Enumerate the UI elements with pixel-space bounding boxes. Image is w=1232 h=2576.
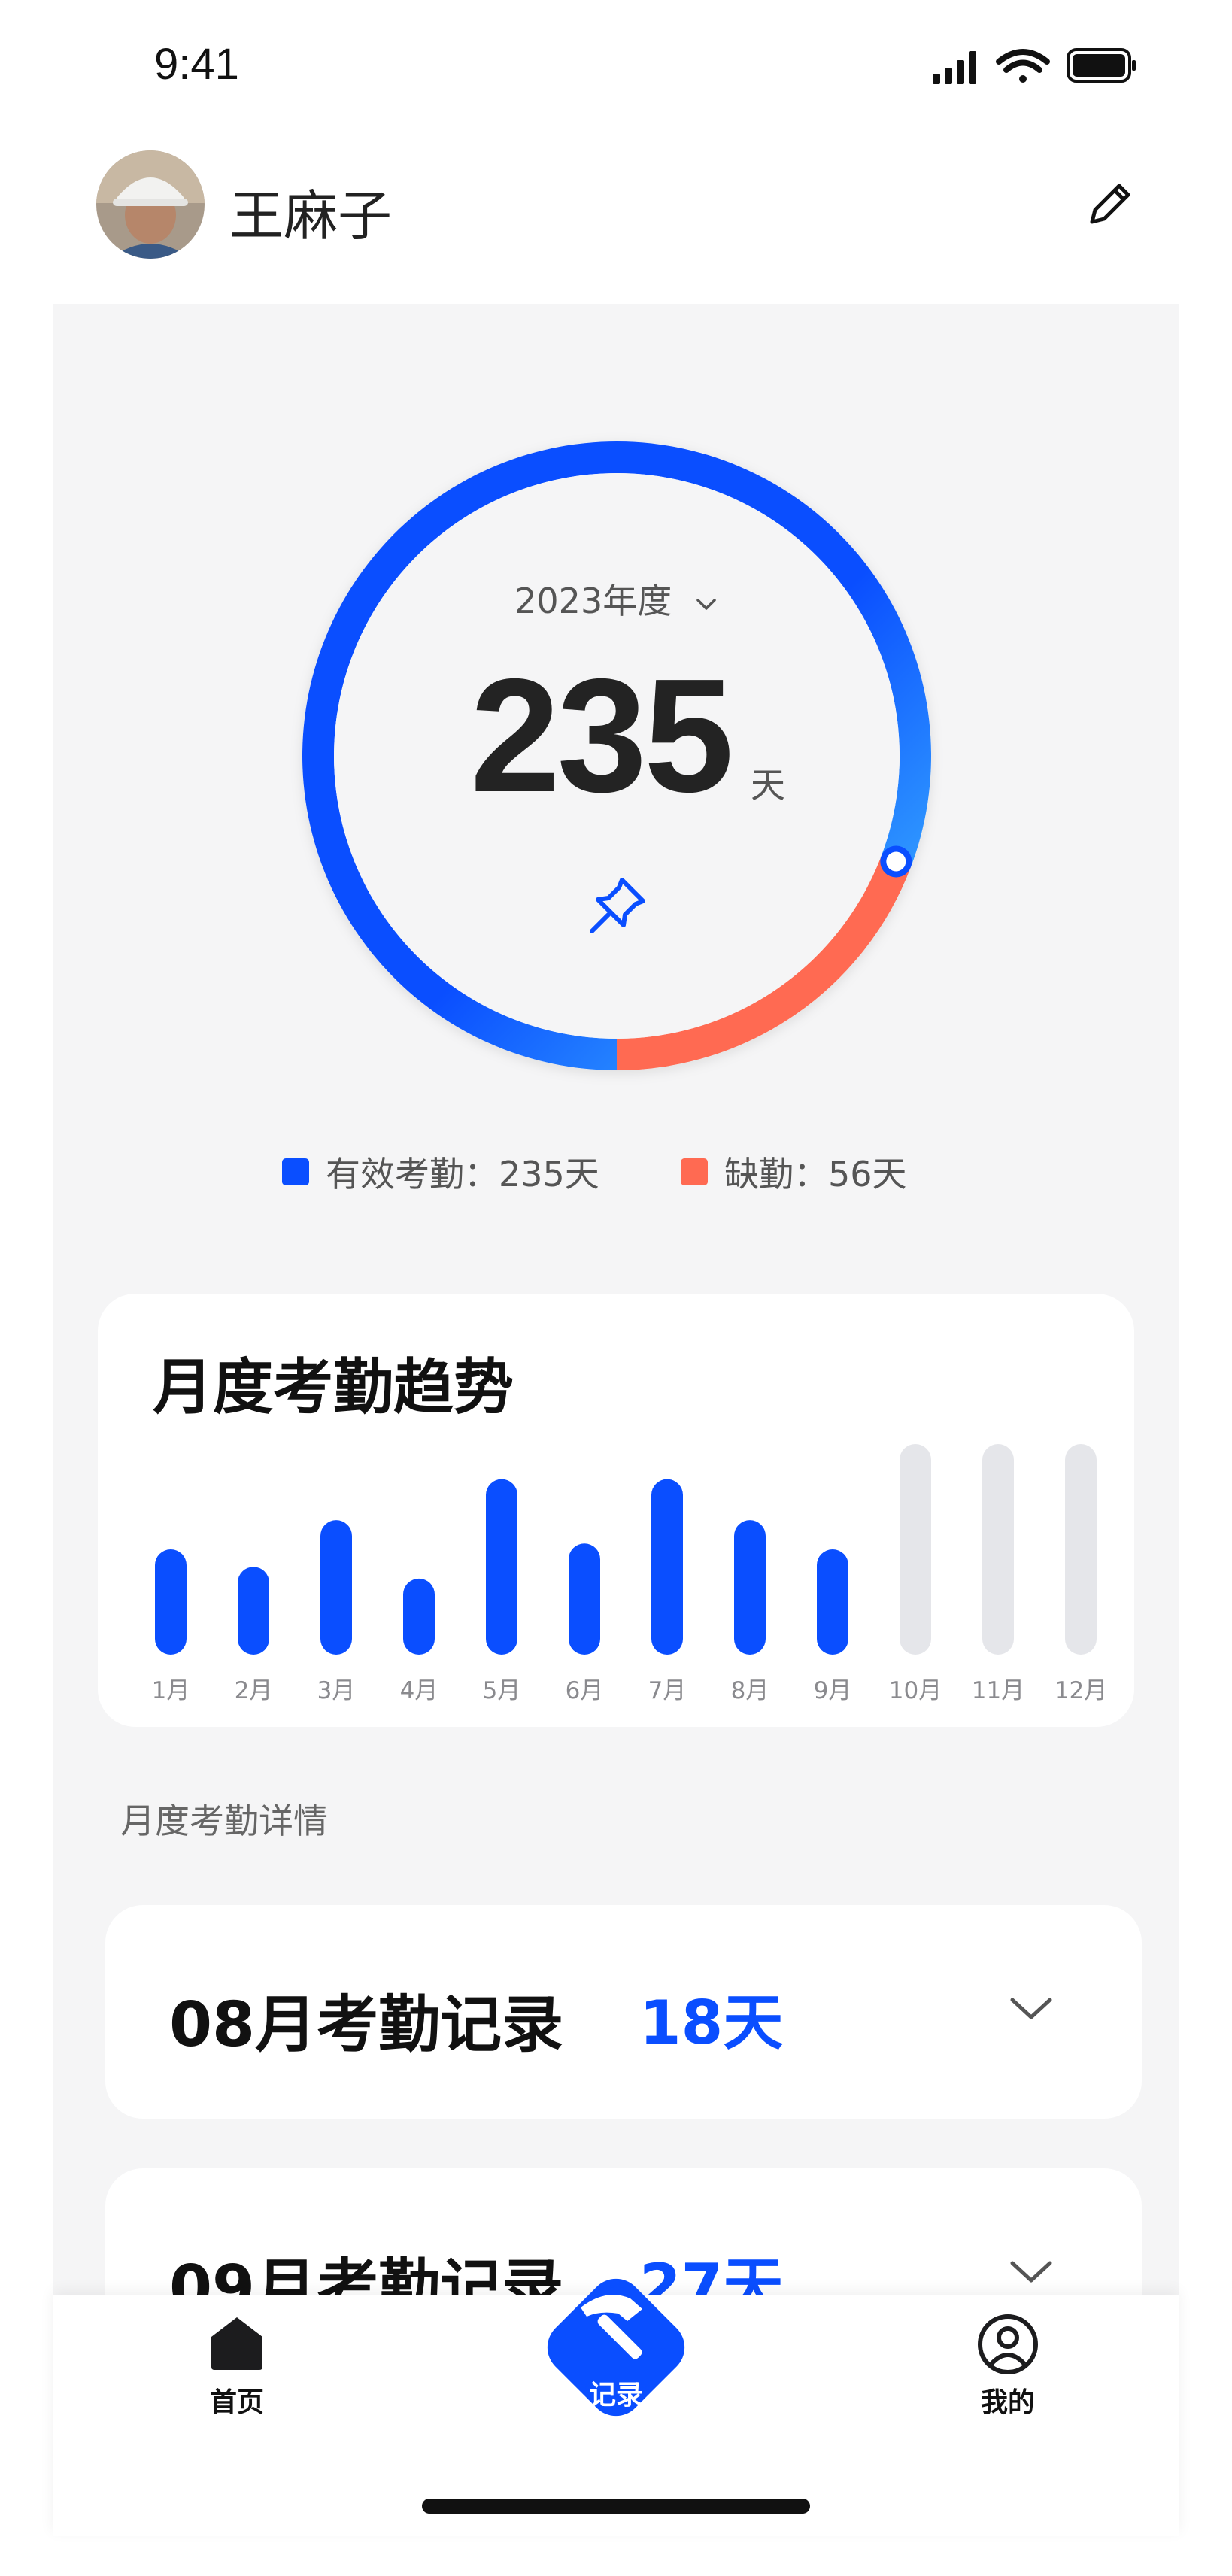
home-icon bbox=[211, 2317, 262, 2370]
month-tick-label: 9月 bbox=[814, 1677, 852, 1704]
bar-8 bbox=[734, 1520, 766, 1655]
wifi-icon bbox=[996, 49, 1050, 83]
record-fab-button[interactable] bbox=[517, 2249, 715, 2446]
legend-absence: 缺勤：56天 bbox=[681, 1147, 907, 1197]
battery-icon bbox=[1067, 48, 1136, 83]
year-label: 2023年度 bbox=[514, 581, 672, 621]
month-tick-label: 4月 bbox=[400, 1677, 438, 1704]
bar-1 bbox=[155, 1549, 187, 1655]
month-tick-label: 6月 bbox=[566, 1677, 604, 1704]
record-card-august[interactable]: 08月考勤记录 18天 bbox=[105, 1905, 1142, 2119]
legend-valid-attendance: 有效考勤：235天 bbox=[282, 1147, 599, 1197]
pin-icon[interactable] bbox=[583, 872, 651, 940]
home-indicator bbox=[422, 2499, 810, 2514]
avatar[interactable] bbox=[96, 150, 205, 259]
chevron-down-icon bbox=[696, 598, 716, 610]
legend-swatch-absence bbox=[681, 1158, 708, 1185]
chevron-down-icon[interactable] bbox=[1006, 2247, 1056, 2296]
record-days: 18天 bbox=[639, 1988, 784, 2058]
month-tick-label: 11月 bbox=[972, 1677, 1024, 1704]
status-time: 9:41 bbox=[154, 40, 239, 89]
tab-home[interactable]: 首页 bbox=[188, 2313, 286, 2420]
signal-icon bbox=[933, 51, 976, 84]
tab-record-label: 记录 bbox=[588, 2380, 643, 2411]
record-title: 08月考勤记录 bbox=[169, 1989, 564, 2061]
chevron-down-icon[interactable] bbox=[1006, 1983, 1056, 2033]
bar-3 bbox=[320, 1520, 352, 1655]
legend-swatch-valid bbox=[282, 1158, 309, 1185]
month-tick-label: 1月 bbox=[152, 1677, 190, 1704]
month-tick-label: 2月 bbox=[235, 1677, 273, 1704]
bar-12 bbox=[1065, 1444, 1097, 1655]
tab-mine-label: 我的 bbox=[980, 2387, 1035, 2418]
details-section-label: 月度考勤详情 bbox=[120, 1801, 328, 1841]
bar-9 bbox=[817, 1549, 848, 1655]
bar-5 bbox=[486, 1479, 517, 1655]
month-tick-label: 12月 bbox=[1054, 1677, 1107, 1704]
bar-6 bbox=[569, 1543, 600, 1655]
total-days-unit: 天 bbox=[751, 765, 785, 806]
year-selector[interactable]: 2023年度 bbox=[0, 574, 1232, 624]
bar-4 bbox=[403, 1578, 435, 1655]
total-attendance-days: 235 bbox=[470, 645, 734, 826]
user-profile-icon bbox=[978, 2314, 1038, 2374]
bar-2 bbox=[238, 1567, 269, 1655]
user-name: 王麻子 bbox=[229, 184, 393, 247]
donut-progress-knob bbox=[886, 851, 906, 872]
month-tick-label: 3月 bbox=[317, 1677, 356, 1704]
month-tick-label: 5月 bbox=[483, 1677, 521, 1704]
bar-10 bbox=[900, 1444, 931, 1655]
month-tick-label: 7月 bbox=[648, 1677, 687, 1704]
legend-label-valid: 有效考勤：235天 bbox=[326, 1154, 599, 1194]
trend-title: 月度考勤趋势 bbox=[153, 1352, 514, 1422]
legend-label-absence: 缺勤：56天 bbox=[724, 1154, 907, 1194]
month-tick-label: 8月 bbox=[731, 1677, 769, 1704]
tab-home-label: 首页 bbox=[209, 2387, 264, 2418]
tab-mine[interactable]: 我的 bbox=[959, 2313, 1057, 2420]
monthly-trend-bar-chart: 1月 2月 3月 4月 5月 6月 7月 8月 9月 10月 11月 12月 bbox=[152, 1444, 1107, 1704]
pencil-icon[interactable] bbox=[1083, 177, 1137, 231]
month-tick-label: 10月 bbox=[889, 1677, 942, 1704]
bar-11 bbox=[982, 1444, 1014, 1655]
bar-7 bbox=[651, 1479, 683, 1655]
status-icons bbox=[933, 48, 1136, 84]
